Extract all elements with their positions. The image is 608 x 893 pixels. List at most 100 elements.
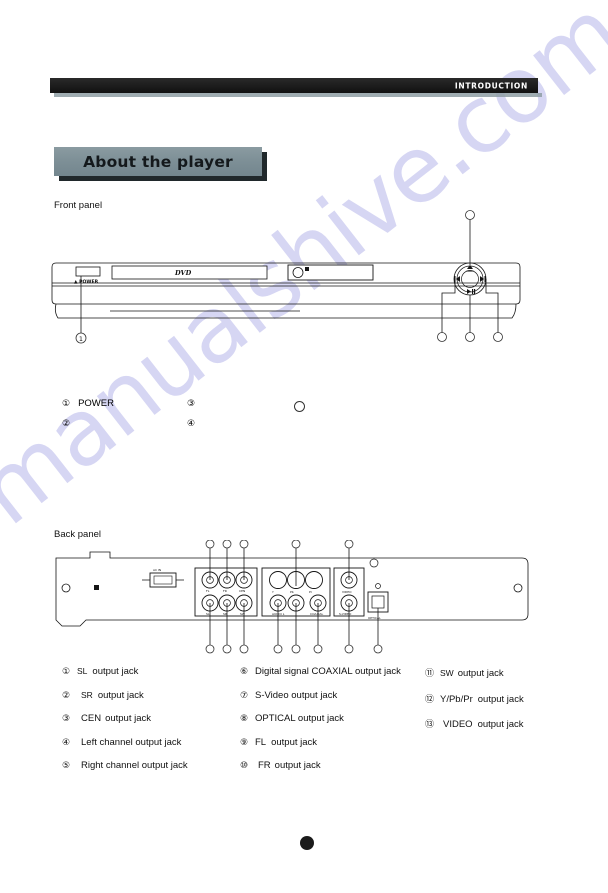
legend-num: ⑩ (240, 761, 249, 771)
page-number-marker (300, 836, 314, 850)
legend-label: Right channel output jack (81, 760, 188, 771)
back-legend-column-2: ⑥ Digital signal COAXIAL output jack ⑦ S… (240, 666, 420, 784)
front-panel-diagram: ▲ POWER DVD 1 (51, 210, 521, 344)
legend-label: Left channel output jack (81, 736, 182, 748)
front-panel-legend: ① POWER ② ③ ④ (62, 398, 382, 440)
back-callout-circle-bot-8 (373, 644, 383, 654)
svg-text:FL: FL (206, 589, 210, 593)
front-legend-num-1: ① (62, 399, 71, 409)
front-callout-circle-eject (465, 210, 475, 220)
legend-num: ② (62, 690, 71, 701)
svg-text:AC IN: AC IN (153, 568, 161, 572)
back-callout-circle-bot-1 (205, 644, 215, 654)
svg-text:Y: Y (272, 590, 274, 594)
legend-prefix: SR (81, 689, 93, 700)
legend-prefix: SL (77, 666, 88, 676)
legend-label: output jack (97, 689, 144, 701)
legend-prefix: FL (255, 736, 267, 748)
back-callout-circle-bot-6 (313, 644, 323, 654)
list-item: ④ Left channel output jack (62, 737, 242, 748)
back-panel-marker (94, 585, 99, 590)
disc-tray-graphic: DVD (111, 265, 268, 280)
svg-text:COAXIAL: COAXIAL (310, 612, 323, 616)
back-legend-column-1: ① SL output jack ② SR output jack ③ CEN … (62, 666, 242, 784)
back-callout-circle-bot-5 (291, 644, 301, 654)
svg-text:S-VIDEO: S-VIDEO (339, 612, 352, 616)
section-title-text: About the player (83, 152, 233, 171)
legend-label: output jack (274, 760, 321, 771)
section-title: About the player (54, 147, 267, 181)
legend-label: output jack (271, 736, 318, 748)
list-item: ⑧ OPTICAL output jack (240, 713, 420, 724)
front-callout-circle-prev (437, 332, 447, 342)
front-panel-caption: Front panel (54, 200, 103, 211)
header-section-label: INTRODUCTION (454, 81, 528, 90)
svg-text:DVD: DVD (174, 269, 192, 277)
legend-num: ④ (62, 737, 71, 748)
back-callout-circle-top-1 (205, 540, 215, 549)
legend-label: output jack (477, 693, 524, 705)
front-legend-num-2: ② (62, 419, 71, 429)
legend-prefix: CEN (81, 713, 102, 724)
legend-num: ⑦ (240, 690, 249, 701)
legend-num: ⑥ (240, 667, 249, 677)
list-item: ③ CEN output jack (62, 713, 242, 724)
display-window-graphic (287, 264, 374, 281)
front-legend-item-4: ④ (187, 418, 203, 429)
list-item: ⑬ VIDEO output jack (425, 717, 590, 730)
legend-label: output jack (92, 666, 139, 677)
legend-num: ① (62, 667, 71, 677)
list-item: ⑪ SW output jack (425, 666, 590, 679)
front-callout-label-1: 1 (79, 335, 83, 343)
svg-text:Pr: Pr (309, 590, 313, 594)
legend-num: ⑧ (240, 714, 249, 724)
back-panel-caption: Back panel (54, 529, 102, 540)
svg-text:SL: SL (206, 612, 210, 616)
back-callout-circle-top-3 (239, 540, 249, 549)
jack-block-surround: FL FR CEN SL SR SW (194, 567, 258, 617)
legend-prefix: FR (258, 760, 271, 771)
front-legend-num-4: ④ (187, 419, 196, 429)
legend-num: ⑪ (425, 669, 435, 679)
back-callout-circle-bot-3 (239, 644, 249, 654)
list-item: ⑨ FL output jack (240, 737, 420, 748)
ac-inlet-graphic: AC IN (142, 568, 184, 588)
legend-num: ⑬ (425, 720, 435, 730)
svg-text:FR: FR (223, 589, 227, 593)
back-callout-circle-top-2 (222, 540, 232, 549)
legend-label: S-Video output jack (255, 689, 338, 701)
legend-label: output jack (105, 713, 152, 724)
list-item: ① SL output jack (62, 666, 242, 677)
page-header-bar: INTRODUCTION (50, 78, 542, 97)
front-legend-item-1: ① POWER (62, 398, 114, 409)
front-legend-item-2: ② (62, 418, 78, 429)
legend-num: ③ (62, 714, 71, 724)
legend-prefix: SW (440, 668, 454, 678)
front-legend-num-3: ③ (187, 399, 196, 409)
legend-label: output jack (457, 668, 504, 679)
list-item: ⑫ Y/Pb/Pr output jack (425, 692, 590, 705)
front-legend-empty-circle (294, 401, 305, 412)
back-panel-diagram: AC IN FL FR CEN SL SR SW Y Pb Pr AUDIO L… (55, 540, 529, 654)
section-title-plate: About the player (54, 147, 262, 176)
front-legend-label-1: POWER (78, 398, 114, 409)
list-item: ⑥ Digital signal COAXIAL output jack (240, 666, 420, 677)
svg-text:▲ POWER: ▲ POWER (74, 279, 99, 285)
legend-num: ⑫ (425, 694, 435, 705)
navigation-control-graphic (453, 262, 487, 296)
legend-num: ⑤ (62, 761, 71, 771)
list-item: ② SR output jack (62, 690, 242, 701)
svg-text:SR: SR (223, 612, 227, 616)
list-item: ⑤ Right channel output jack (62, 760, 242, 771)
legend-label: OPTICAL output jack (255, 713, 344, 724)
back-legend-column-3: ⑪ SW output jack ⑫ Y/Pb/Pr output jack ⑬… (425, 666, 590, 743)
front-callout-circle-next (493, 332, 503, 342)
back-callout-circle-bot-4 (273, 644, 283, 654)
list-item: ⑦ S-Video output jack (240, 690, 420, 701)
front-callout-circle-play (465, 332, 475, 342)
front-legend-item-3: ③ (187, 398, 203, 409)
manual-page: manualshive.com INTRODUCTION About the p… (0, 0, 608, 893)
power-button-graphic: ▲ POWER (74, 266, 101, 285)
legend-label: Digital signal COAXIAL output jack (255, 666, 401, 677)
legend-prefix: VIDEO (443, 719, 473, 730)
